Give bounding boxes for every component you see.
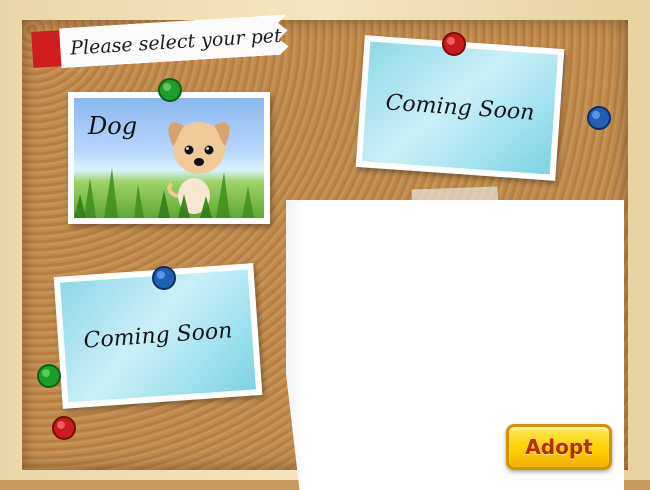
green-pushpin-icon <box>156 76 184 104</box>
red-pushpin-icon <box>440 30 468 58</box>
coming-soon-label: Coming Soon <box>82 318 234 354</box>
red-pushpin-icon <box>50 414 78 442</box>
adopt-button[interactable]: Adopt <box>506 424 612 470</box>
dog-photo: Dog <box>74 98 264 218</box>
coming-soon-card-face: Coming Soon <box>362 41 558 175</box>
green-pushpin-icon <box>35 362 63 390</box>
pet-card-dog[interactable]: Dog <box>68 92 270 224</box>
blue-pushpin-icon <box>150 264 178 292</box>
title-red-tab <box>31 30 62 68</box>
pet-label-dog: Dog <box>88 112 138 140</box>
coming-soon-label: Coming Soon <box>384 90 536 126</box>
blue-pushpin-icon <box>585 104 613 132</box>
